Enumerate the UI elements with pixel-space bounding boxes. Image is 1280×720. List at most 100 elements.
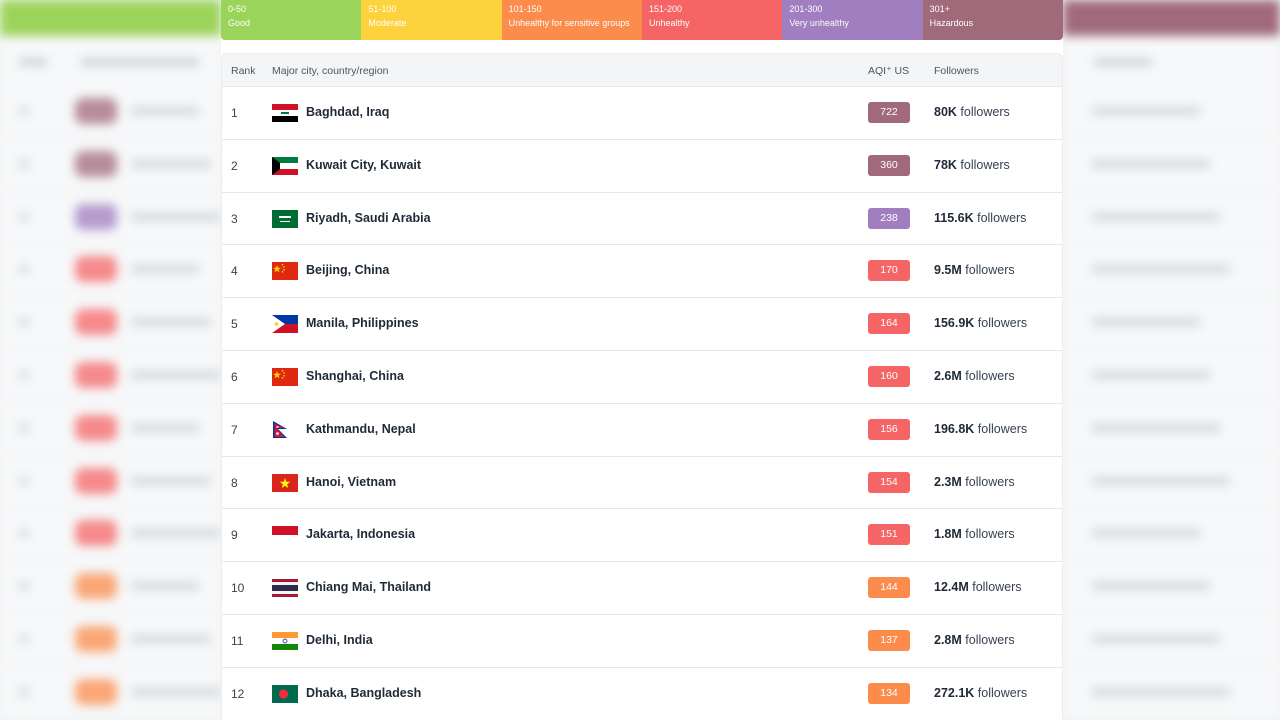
followers-suffix: followers	[965, 527, 1015, 542]
followers-suffix: followers	[977, 421, 1028, 436]
city-link[interactable]: Manila, Philippines	[306, 316, 419, 330]
table-row[interactable]: 8 Hanoi, Vietnam 154 2.3M followers	[222, 455, 1062, 509]
blurred-row	[0, 349, 221, 402]
legend-label: Very unhealthy	[789, 18, 849, 28]
table-row[interactable]: 2 Kuwait City, Kuwait 360 78K followers	[222, 138, 1062, 192]
blurred-rank	[18, 318, 30, 327]
city-link[interactable]: Beijing, China	[306, 263, 389, 277]
aqi-badge: 170	[868, 260, 910, 282]
followers-cell: 1.8M followers	[934, 527, 1015, 541]
blurred-badge	[75, 256, 117, 283]
legend-label: Moderate	[368, 18, 407, 28]
table-row[interactable]: 6 Shanghai, China 160 2.6M followers	[222, 349, 1062, 403]
blurred-text	[130, 686, 221, 697]
followers-cell: 12.4M followers	[934, 580, 1022, 594]
followers-cell: 196.8K followers	[934, 422, 1027, 436]
blurred-legend-band	[1063, 0, 1280, 36]
table-row[interactable]: 7 Kathmandu, Nepal 156 196.8K followers	[222, 402, 1062, 456]
followers-count: 2.6M	[934, 368, 962, 383]
blurred-text	[1091, 528, 1201, 539]
blurred-rank	[18, 423, 30, 432]
rank-cell: 7	[231, 422, 238, 437]
city-link[interactable]: Shanghai, China	[306, 369, 404, 383]
table-row[interactable]: 5 Manila, Philippines 164 156.9K followers	[222, 297, 1062, 350]
blurred-badge	[75, 98, 117, 124]
followers-cell: 272.1K followers	[934, 686, 1027, 700]
legend-range: 101-150	[508, 4, 542, 14]
city-link[interactable]: Riyadh, Saudi Arabia	[306, 211, 431, 225]
city-link[interactable]: Baghdad, Iraq	[306, 105, 389, 119]
followers-suffix: followers	[977, 316, 1028, 331]
legend-range: 51-100	[368, 4, 397, 14]
followers-count: 1.8M	[934, 527, 962, 542]
blurred-text	[1091, 264, 1231, 275]
legend-range: 151-200	[648, 4, 683, 14]
followers-cell: 2.8M followers	[934, 633, 1015, 647]
table-row[interactable]: 11 Delhi, India 137 2.8M followers	[222, 613, 1062, 667]
blurred-row	[1063, 666, 1280, 719]
blurred-text	[130, 581, 200, 592]
blurred-background-left	[0, 0, 221, 720]
followers-suffix: followers	[960, 157, 1010, 172]
blurred-row	[0, 507, 221, 561]
rank-cell: 2	[231, 158, 238, 173]
blurred-badge	[75, 626, 117, 652]
city-ranking-table: Rank Major city, country/region AQI⁺ US …	[221, 53, 1063, 720]
aqi-badge: 151	[868, 524, 910, 546]
blurred-header-bar	[80, 58, 200, 66]
aqi-legend: 0-50 Good 51-100 Moderate 101-150 Unhealthy f…	[221, 0, 1063, 40]
aqi-badge: 134	[868, 682, 910, 704]
followers-suffix: followers	[965, 632, 1015, 647]
rank-cell: 5	[231, 317, 238, 332]
blurred-row	[1063, 560, 1280, 614]
blurred-text	[1091, 634, 1221, 644]
blurred-badge	[75, 573, 117, 600]
blurred-row	[0, 296, 221, 350]
blurred-text	[130, 158, 212, 169]
blurred-text	[130, 634, 212, 644]
blurred-row	[1063, 507, 1280, 561]
city-link[interactable]: Kuwait City, Kuwait	[306, 158, 421, 172]
city-link[interactable]: Dhaka, Bangladesh	[306, 686, 421, 700]
aqi-column-header[interactable]: AQI⁺ US	[868, 65, 909, 77]
followers-count: 272.1K	[934, 685, 975, 700]
blurred-text	[1091, 317, 1201, 328]
table-row[interactable]: 9 Jakarta, Indonesia 151 1.8M followers	[222, 508, 1062, 562]
rank-cell: 1	[231, 106, 238, 120]
table-row[interactable]: 3 Riyadh, Saudi Arabia 238 115.6K followers	[222, 191, 1062, 245]
blurred-row	[0, 613, 221, 666]
table-row[interactable]: 10 Chiang Mai, Thailand 144 12.4M followers	[222, 561, 1062, 614]
table-row[interactable]: 12 Dhaka, Bangladesh 134 272.1K followers	[222, 666, 1062, 720]
blurred-badge	[75, 150, 117, 177]
city-link[interactable]: Chiang Mai, Thailand	[306, 580, 431, 594]
table-row[interactable]: 4 Beijing, China 170 9.5M followers	[222, 244, 1062, 298]
city-link[interactable]: Jakarta, Indonesia	[306, 527, 415, 541]
legend-segment: 151-200 Unhealthy	[641, 0, 783, 40]
saudi-arabia-flag-icon	[272, 209, 298, 228]
followers-suffix: followers	[965, 368, 1015, 383]
blurred-text	[1091, 106, 1201, 116]
legend-segment: 301+ Hazardous	[922, 0, 1063, 40]
table-body: 1 Baghdad, Iraq 722 80K followers 2 Kuwait Ci…	[222, 86, 1062, 720]
blurred-row	[0, 402, 221, 455]
followers-column-header[interactable]: Followers	[934, 65, 979, 77]
city-column-header[interactable]: Major city, country/region	[272, 65, 389, 77]
city-link[interactable]: Hanoi, Vietnam	[306, 475, 396, 489]
followers-suffix: followers	[977, 210, 1027, 225]
followers-count: 115.6K	[934, 210, 974, 225]
table-row[interactable]: 1 Baghdad, Iraq 722 80K followers	[222, 86, 1062, 139]
legend-segment: 101-150 Unhealthy for sensitive groups	[501, 0, 642, 40]
blurred-badge	[75, 203, 117, 230]
followers-cell: 2.3M followers	[934, 475, 1015, 489]
city-link[interactable]: Delhi, India	[306, 633, 373, 647]
blurred-badge	[75, 520, 117, 547]
city-link[interactable]: Kathmandu, Nepal	[306, 422, 416, 436]
blurred-rank	[18, 529, 30, 538]
rank-column-header[interactable]: Rank	[231, 65, 256, 77]
blurred-rank	[18, 687, 30, 696]
followers-cell: 2.6M followers	[934, 369, 1015, 383]
legend-segment: 51-100 Moderate	[361, 0, 502, 40]
followers-suffix: followers	[972, 580, 1022, 595]
rank-cell: 3	[231, 211, 238, 226]
rank-cell: 8	[231, 475, 238, 490]
